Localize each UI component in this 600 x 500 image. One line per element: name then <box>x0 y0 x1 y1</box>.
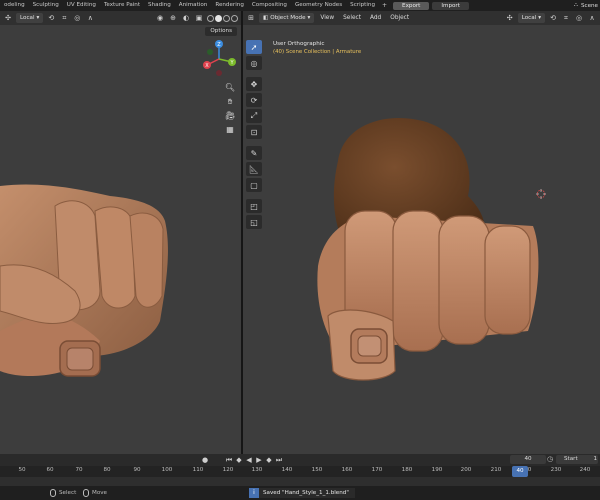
tick-100: 100 <box>161 467 173 473</box>
move-tool[interactable]: ✥ <box>246 77 262 91</box>
timeline-ruler[interactable]: 50 60 70 80 90 100 110 120 130 140 150 1… <box>0 466 600 477</box>
mouse-left-icon <box>50 489 56 497</box>
tick-110: 110 <box>192 467 204 473</box>
current-frame-field[interactable]: 40 <box>510 455 546 464</box>
info-icon: i <box>249 488 259 498</box>
right-3d-viewport[interactable]: ⊞ ◧ Object Mode ▾ View Select Add Object… <box>243 11 600 454</box>
saved-message: Saved "Hand_Style_1_1.blend" <box>263 490 349 496</box>
timeline-track[interactable] <box>0 477 600 486</box>
tick-160: 160 <box>341 467 353 473</box>
tab-shading[interactable]: Shading <box>144 0 175 11</box>
tick-70: 70 <box>75 467 83 473</box>
tab-scripting[interactable]: Scripting <box>346 0 379 11</box>
shear-tool[interactable]: ◰ <box>246 199 262 213</box>
tool-shelf: ➚ ◎ ✥ ⟳ ⤢ ⊡ ✎ 📐︎ ▢ ◰ ◱ <box>246 40 264 231</box>
right-hand-model <box>317 117 539 381</box>
tick-120: 120 <box>222 467 234 473</box>
playhead-frame-indicator[interactable]: 40 <box>512 466 528 477</box>
tab-animation[interactable]: Animation <box>175 0 212 11</box>
collection-info: (40) Scene Collection | Armature <box>273 49 362 55</box>
tick-60: 60 <box>46 467 54 473</box>
viewport-info: User Orthographic (40) Scene Collection … <box>273 40 361 56</box>
saved-notification[interactable]: i Saved "Hand_Style_1_1.blend" <box>249 488 355 498</box>
tab-compositing[interactable]: Compositing <box>248 0 291 11</box>
cursor-tool[interactable]: ◎ <box>246 56 262 70</box>
tab-rendering[interactable]: Rendering <box>211 0 248 11</box>
annotate-tool[interactable]: ✎ <box>246 146 262 160</box>
tick-180: 180 <box>401 467 413 473</box>
tick-200: 200 <box>460 467 472 473</box>
move-hint-label: Move <box>92 490 108 496</box>
tick-50: 50 <box>18 467 26 473</box>
start-value: 1 <box>593 456 598 462</box>
start-frame-field[interactable]: Start 1 <box>556 455 598 464</box>
play-icon[interactable]: ▶ <box>254 456 264 464</box>
measure-tool[interactable]: 📐︎ <box>246 162 262 176</box>
workspace-bar: odeling Sculpting UV Editing Texture Pai… <box>0 0 600 11</box>
select-box-tool[interactable]: ➚ <box>246 40 262 54</box>
status-move-hint: Move <box>83 489 107 497</box>
rotate-tool[interactable]: ⟳ <box>246 93 262 107</box>
next-keyframe-icon[interactable]: ◆ <box>264 456 274 464</box>
export-button[interactable]: Export <box>393 1 430 10</box>
add-workspace-button[interactable]: + <box>379 2 390 9</box>
tab-geometry-nodes[interactable]: Geometry Nodes <box>291 0 346 11</box>
status-bar: Select Move i Saved "Hand_Style_1_1.blen… <box>0 486 600 500</box>
tick-140: 140 <box>281 467 293 473</box>
jump-end-icon[interactable]: ⏭︎ <box>274 456 284 465</box>
pan-hand-icon[interactable]: ✋︎ <box>224 96 236 108</box>
timeline-header: ● ⏮︎ ◆ ◀ ▶ ◆ ⏭︎ 40 ◷ Start 1 <box>0 454 600 466</box>
scene-selector[interactable]: ⛬ Scene <box>574 0 600 11</box>
tab-modeling[interactable]: odeling <box>0 0 29 11</box>
view-name: User Orthographic <box>273 41 325 47</box>
navigation-gizmo[interactable]: Z Y X <box>199 39 239 79</box>
camera-icon[interactable]: 🎥︎ <box>224 110 236 122</box>
scale-tool[interactable]: ⤢ <box>246 109 262 123</box>
zoom-icon[interactable]: 🔍︎ <box>224 82 236 94</box>
play-reverse-icon[interactable]: ◀ <box>244 456 254 464</box>
left-3d-viewport[interactable]: ✣ Local ▾ ⟲ ⌗ ◎ ∧ ◉ ⊕ ◐ ▣ Options Z Y X … <box>0 11 241 454</box>
tick-150: 150 <box>311 467 323 473</box>
tick-90: 90 <box>133 467 141 473</box>
mouse-middle-icon <box>83 489 89 497</box>
scene-label: Scene <box>580 2 598 9</box>
jump-start-icon[interactable]: ⏮︎ <box>224 456 234 465</box>
clock-icon: ◷ <box>547 455 554 463</box>
tab-texture-paint[interactable]: Texture Paint <box>100 0 144 11</box>
import-button[interactable]: Import <box>432 1 469 10</box>
3d-cursor-icon[interactable] <box>536 189 546 199</box>
status-select-hint: Select <box>50 489 76 497</box>
record-icon[interactable]: ● <box>200 456 210 464</box>
tick-190: 190 <box>431 467 443 473</box>
tick-210: 210 <box>490 467 502 473</box>
transform-tool[interactable]: ⊡ <box>246 125 262 139</box>
scene-icon: ⛬ <box>574 2 578 8</box>
smooth-tool[interactable]: ◱ <box>246 215 262 229</box>
select-hint-label: Select <box>59 490 77 496</box>
gizmo-z-label: Z <box>217 42 221 48</box>
tick-170: 170 <box>371 467 383 473</box>
start-label: Start <box>564 456 578 462</box>
tick-230: 230 <box>550 467 562 473</box>
ortho-grid-icon[interactable]: ▦ <box>224 124 236 136</box>
tick-240: 240 <box>579 467 591 473</box>
tab-uv-editing[interactable]: UV Editing <box>63 0 100 11</box>
tick-130: 130 <box>251 467 263 473</box>
prev-keyframe-icon[interactable]: ◆ <box>234 456 244 464</box>
tab-sculpting[interactable]: Sculpting <box>29 0 63 11</box>
tick-80: 80 <box>103 467 111 473</box>
gizmo-x-label: X <box>205 63 209 69</box>
add-cube-tool[interactable]: ▢ <box>246 178 262 192</box>
